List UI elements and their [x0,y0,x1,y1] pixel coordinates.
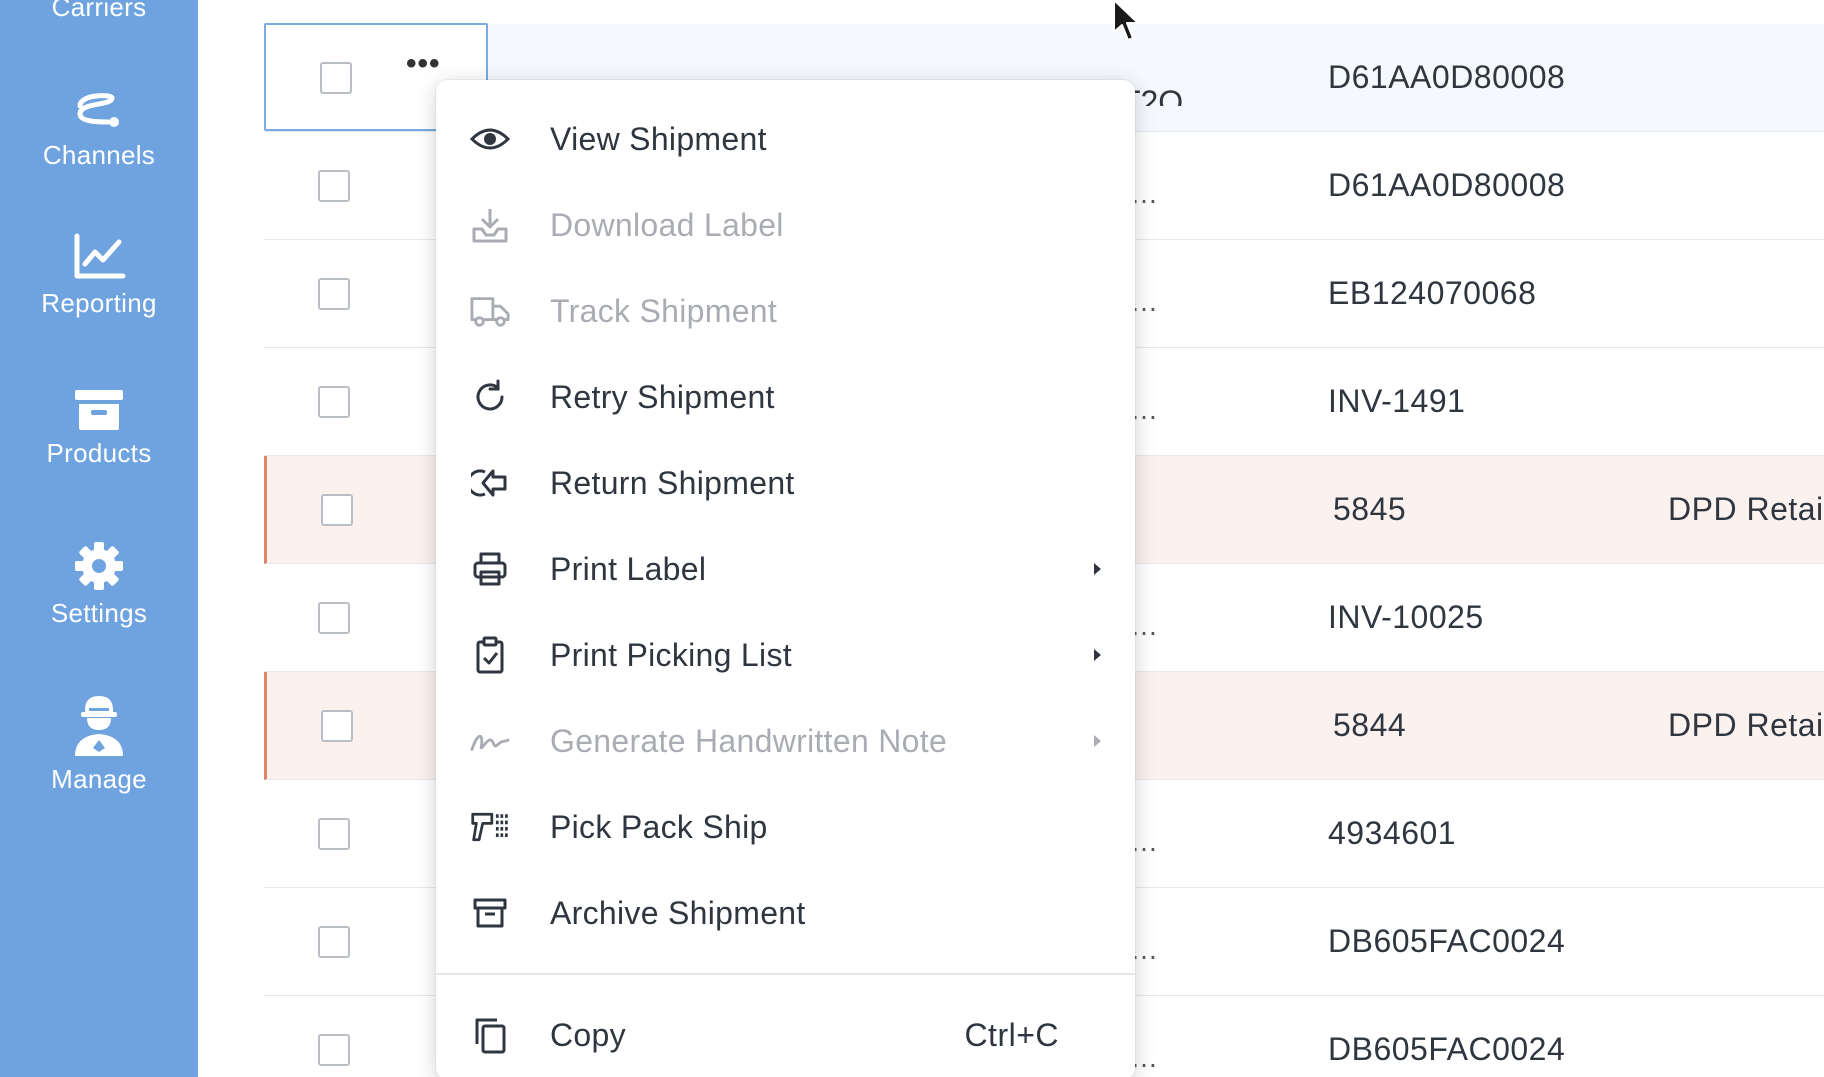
printer-icon [470,549,510,589]
row-checkbox[interactable] [318,170,350,202]
row-reference: D61AA0D80008 [1328,167,1566,203]
archive-icon [470,893,510,933]
sidebar-item-manage[interactable]: Manage [0,692,198,795]
menu-item-label: View Shipment [550,120,767,157]
menu-item-archive-shipment[interactable]: Archive Shipment [436,870,1135,956]
row-checkbox[interactable] [320,62,352,94]
row-checkbox[interactable] [318,1034,350,1066]
menu-item-return-shipment[interactable]: Return Shipment [436,440,1135,526]
mouse-cursor-icon [1112,0,1142,49]
menu-item-label: Copy [550,1016,626,1053]
channels-icon [72,84,126,134]
menu-item-label: Generate Handwritten Note [550,722,948,759]
menu-item-retry-shipment[interactable]: Retry Shipment [436,354,1135,440]
row-carrier: DPD Retail [1668,491,1824,527]
clipboard-check-icon [470,635,510,675]
submenu-arrow-icon [1094,735,1101,747]
row-reference: 5844 [1333,707,1407,743]
row-reference: EB124070068 [1328,275,1537,311]
sidebar-item-label: Products [46,438,152,468]
sidebar-item-channels[interactable]: Channels [0,84,198,171]
row-checkbox[interactable] [318,926,350,958]
row-checkbox[interactable] [318,602,350,634]
row-carrier: DPD Retail [1668,707,1824,743]
row-checkbox[interactable] [321,710,353,742]
row-checkbox[interactable] [318,818,350,850]
submenu-arrow-icon [1094,563,1101,575]
menu-separator [436,973,1135,975]
menu-item-label: Archive Shipment [550,894,806,931]
sidebar-item-label: Channels [42,140,156,170]
table-header-strip [198,0,1824,22]
sidebar-item-label: Reporting [41,288,157,318]
row-reference: 4934601 [1328,815,1457,851]
truck-icon [470,291,510,331]
menu-item-label: Return Shipment [550,464,795,501]
menu-item-track-shipment[interactable]: Track Shipment [436,268,1135,354]
products-icon [73,388,125,432]
menu-item-label: Pick Pack Ship [550,808,768,845]
row-reference: D61AA0D80008 [1328,59,1566,95]
row-reference: INV-10025 [1328,599,1484,635]
app-window: Carriers Channels Reporting Products Set… [0,0,1824,1077]
menu-item-view-shipment[interactable]: View Shipment [436,96,1135,182]
sidebar-item-carriers[interactable]: Carriers [0,0,198,23]
row-reference: DB605FAC0024 [1328,1031,1566,1067]
submenu-arrow-icon [1094,649,1101,661]
menu-item-label: Retry Shipment [550,378,775,415]
manage-icon [71,692,127,758]
row-checkbox[interactable] [318,278,350,310]
menu-item-print-label[interactable]: Print Label [436,526,1135,612]
more-actions-button[interactable]: ••• [406,47,441,81]
menu-item-print-picking-list[interactable]: Print Picking List [436,612,1135,698]
gear-icon [73,540,125,592]
scanner-icon [470,807,510,847]
row-reference: 5845 [1333,491,1407,527]
sidebar-item-label: Carriers [51,0,147,22]
menu-item-copy[interactable]: Copy Ctrl+C [436,992,1135,1077]
menu-item-label: Download Label [550,206,784,243]
menu-item-label: Print Label [550,550,707,587]
eye-icon [470,119,510,159]
reporting-icon [71,232,127,282]
sidebar-item-reporting[interactable]: Reporting [0,232,198,319]
row-checkbox[interactable] [318,386,350,418]
sidebar-item-products[interactable]: Products [0,388,198,469]
menu-item-label: Print Picking List [550,636,792,673]
copy-icon [470,1015,510,1055]
context-menu: View Shipment Download Label Track Shipm… [436,80,1135,1077]
return-icon [470,463,510,503]
download-icon [470,205,510,245]
menu-item-shortcut: Ctrl+C [964,1016,1059,1053]
row-reference: INV-1491 [1328,383,1466,419]
sidebar: Carriers Channels Reporting Products Set… [0,0,198,1077]
menu-item-label: Track Shipment [550,292,778,329]
menu-item-generate-handwritten-note[interactable]: Generate Handwritten Note [436,698,1135,784]
sidebar-item-label: Settings [50,598,148,628]
retry-icon [470,377,510,417]
sidebar-item-label: Manage [51,764,147,794]
menu-item-download-label[interactable]: Download Label [436,182,1135,268]
signature-icon [470,721,510,761]
row-reference: DB605FAC0024 [1328,923,1566,959]
sidebar-item-settings[interactable]: Settings [0,540,198,629]
menu-item-pick-pack-ship[interactable]: Pick Pack Ship [436,784,1135,870]
row-checkbox[interactable] [321,494,353,526]
